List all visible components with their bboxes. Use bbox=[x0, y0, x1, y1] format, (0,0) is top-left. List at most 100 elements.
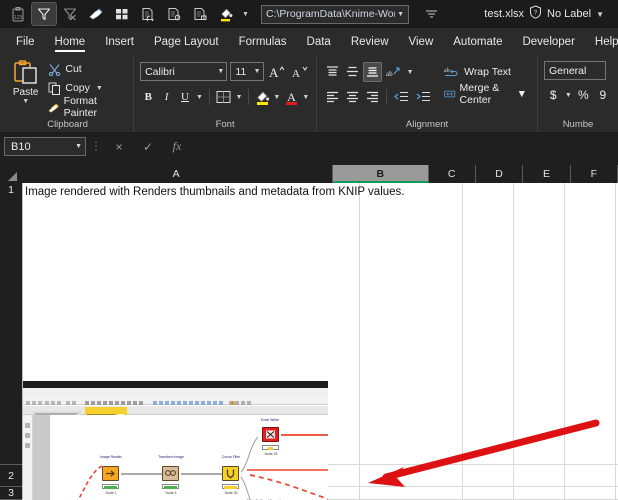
currency-dropdown-icon[interactable]: ▼ bbox=[563, 85, 573, 105]
column-header-f[interactable]: F bbox=[570, 165, 618, 183]
tab-page-layout[interactable]: Page Layout bbox=[144, 28, 229, 55]
tab-home[interactable]: Home bbox=[45, 28, 96, 55]
merge-center-icon bbox=[444, 90, 456, 98]
tab-help[interactable]: Help bbox=[585, 28, 618, 55]
knime-workflow-canvas[interactable]: Image Reader Node 1 Transform Image Node… bbox=[50, 415, 328, 500]
column-header-a[interactable]: A bbox=[20, 165, 333, 183]
chevron-down-icon[interactable]: ▼ bbox=[75, 143, 82, 150]
italic-button[interactable]: I bbox=[158, 87, 174, 107]
cut-button[interactable]: Cut bbox=[45, 60, 127, 78]
chevron-down-icon[interactable]: ▼ bbox=[214, 68, 224, 75]
select-all-button[interactable] bbox=[0, 165, 21, 183]
ribbon-group-number: General $ ▼ % 9 Numbe bbox=[538, 55, 618, 132]
knime-node-4[interactable] bbox=[262, 427, 279, 442]
column-header-d[interactable]: D bbox=[475, 165, 524, 183]
paste-values-icon[interactable]: 123 bbox=[6, 3, 30, 25]
fill-color-dropdown-icon[interactable]: ▼ bbox=[273, 87, 282, 107]
sensitivity-shield-icon[interactable]: ? bbox=[529, 4, 542, 24]
copy-icon bbox=[48, 82, 61, 95]
merge-center-button[interactable]: Merge & Center ▼ bbox=[440, 82, 531, 106]
number-format-select[interactable]: General bbox=[544, 61, 606, 80]
borders-button[interactable] bbox=[215, 87, 233, 107]
tab-automate[interactable]: Automate bbox=[443, 28, 512, 55]
divider bbox=[208, 89, 210, 105]
comma-style-button[interactable]: 9 bbox=[594, 85, 612, 105]
row-header-2[interactable]: 2 bbox=[0, 465, 22, 487]
address-path-box[interactable]: C:\ProgramData\Knime-Worksp ▼ bbox=[261, 4, 409, 24]
filter-icon[interactable] bbox=[31, 2, 57, 26]
fill-color-dropdown-icon[interactable]: ▼ bbox=[240, 3, 251, 25]
cell-a1[interactable]: Image rendered with Renders thumbnails a… bbox=[25, 186, 405, 198]
formula-input[interactable] bbox=[193, 137, 614, 156]
sensitivity-label[interactable]: No Label bbox=[547, 8, 591, 20]
name-box[interactable]: B10 ▼ bbox=[4, 137, 86, 156]
document-2-icon[interactable] bbox=[162, 3, 186, 25]
align-left-icon bbox=[327, 91, 339, 103]
chevron-down-icon[interactable]: ▼ bbox=[251, 68, 261, 75]
orientation-dropdown-icon[interactable]: ▼ bbox=[405, 62, 415, 82]
underline-dropdown-icon[interactable]: ▼ bbox=[195, 87, 204, 107]
underline-button[interactable]: U bbox=[177, 87, 193, 107]
merge-center-dropdown-icon[interactable]: ▼ bbox=[517, 88, 527, 100]
font-color-swatch bbox=[286, 102, 297, 105]
font-color-button[interactable]: A bbox=[283, 87, 299, 107]
orientation-button[interactable]: ab bbox=[383, 62, 404, 82]
knime-node-3[interactable] bbox=[222, 466, 239, 481]
knime-node-1[interactable] bbox=[102, 466, 119, 481]
fill-color-icon[interactable] bbox=[214, 3, 238, 25]
document-3-icon[interactable] bbox=[188, 3, 212, 25]
chevron-down-icon[interactable]: ▼ bbox=[596, 10, 604, 19]
document-1-icon[interactable] bbox=[136, 3, 160, 25]
cancel-formula-button[interactable]: × bbox=[106, 137, 132, 157]
insert-function-button[interactable]: fx bbox=[164, 137, 190, 157]
qat-more-options-icon[interactable] bbox=[421, 3, 441, 25]
knime-left-panel bbox=[33, 415, 50, 500]
knime-workflow-screenshot[interactable]: Image Reader Node 1 Transform Image Node… bbox=[23, 381, 328, 500]
clear-filter-icon[interactable] bbox=[58, 3, 82, 25]
decrease-indent-button[interactable] bbox=[391, 87, 412, 107]
align-left-button[interactable] bbox=[323, 87, 342, 107]
column-header-e[interactable]: E bbox=[523, 165, 571, 183]
row-header-3[interactable]: 3 bbox=[0, 487, 22, 500]
font-name-select[interactable]: Calibri ▼ bbox=[140, 62, 228, 81]
align-bottom-button[interactable] bbox=[363, 62, 383, 82]
tab-file[interactable]: File bbox=[6, 28, 45, 55]
align-center-button[interactable] bbox=[343, 87, 362, 107]
font-color-dropdown-icon[interactable]: ▼ bbox=[302, 87, 311, 107]
align-middle-button[interactable] bbox=[343, 62, 362, 82]
knime-active-tab[interactable] bbox=[85, 406, 127, 418]
tab-review[interactable]: Review bbox=[341, 28, 399, 55]
fill-color-button[interactable] bbox=[254, 87, 270, 107]
column-header-c[interactable]: C bbox=[428, 165, 476, 183]
formula-bar-options-icon[interactable]: ⋮ bbox=[89, 141, 103, 152]
tab-view[interactable]: View bbox=[399, 28, 444, 55]
tab-data[interactable]: Data bbox=[297, 28, 341, 55]
format-painter-icon[interactable] bbox=[84, 3, 108, 25]
decrease-font-size-button[interactable]: A bbox=[290, 62, 310, 82]
increase-font-size-button[interactable]: A bbox=[267, 62, 287, 82]
row-header-1[interactable]: 1 bbox=[0, 183, 22, 465]
tab-formulas[interactable]: Formulas bbox=[229, 28, 297, 55]
paste-button[interactable]: Paste ▼ bbox=[8, 58, 43, 118]
align-top-button[interactable] bbox=[323, 62, 342, 82]
currency-button[interactable]: $ bbox=[544, 85, 562, 105]
copy-dropdown-icon[interactable]: ▼ bbox=[96, 85, 103, 92]
tab-developer[interactable]: Developer bbox=[512, 28, 584, 55]
wrap-text-button[interactable]: ab Wrap Text bbox=[440, 61, 531, 83]
format-painter-button[interactable]: Format Painter bbox=[45, 95, 127, 119]
increase-indent-button[interactable] bbox=[413, 87, 434, 107]
borders-dropdown-icon[interactable]: ▼ bbox=[235, 87, 244, 107]
table-grid-icon[interactable] bbox=[110, 3, 134, 25]
paste-dropdown-icon[interactable]: ▼ bbox=[22, 98, 29, 105]
enter-formula-button[interactable]: ✓ bbox=[135, 137, 161, 157]
column-header-b[interactable]: B bbox=[332, 165, 429, 183]
percent-button[interactable]: % bbox=[574, 85, 592, 105]
italic-label: I bbox=[164, 91, 169, 103]
font-size-select[interactable]: 11 ▼ bbox=[230, 62, 264, 81]
chevron-down-icon[interactable]: ▼ bbox=[395, 11, 406, 18]
number-group-label: Numbe bbox=[562, 119, 594, 130]
knime-node-2[interactable] bbox=[162, 466, 179, 481]
align-right-button[interactable] bbox=[363, 87, 382, 107]
bold-button[interactable]: B bbox=[140, 87, 156, 107]
tab-insert[interactable]: Insert bbox=[95, 28, 144, 55]
